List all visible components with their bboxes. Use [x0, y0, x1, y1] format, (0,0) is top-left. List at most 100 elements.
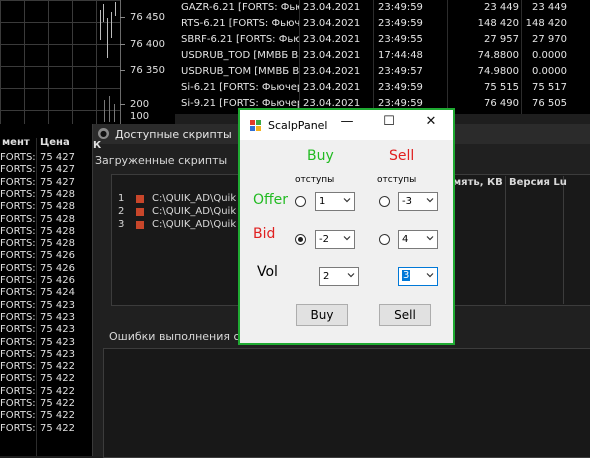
instrument-cell: FORTS:: [0, 176, 36, 188]
instrument-cell: FORTS:: [0, 188, 36, 200]
bid-cell: 74.9800: [477, 66, 519, 77]
table-row[interactable]: RTS-6.21 [FORTS: Фьюче 23.04.2021 23:49:59…: [175, 16, 590, 32]
column-divider: [505, 176, 506, 304]
offer-sell-radio[interactable]: [379, 196, 390, 207]
price-cell: 75 422: [40, 361, 75, 373]
volume-bar: [104, 100, 105, 122]
axis-tick: [120, 44, 125, 45]
axis-tick: [120, 70, 125, 71]
bid-sell-radio[interactable]: [379, 234, 390, 245]
table-row[interactable]: FORTS: 75 426: [0, 275, 92, 287]
date-cell: 23.04.2021: [303, 66, 361, 77]
axis-tick: [120, 17, 125, 18]
chevron-down-icon: [343, 236, 351, 241]
price-cell: 75 428: [40, 238, 75, 250]
table-row[interactable]: FORTS: 75 423: [0, 337, 92, 349]
bid-cell: 74.8800: [477, 50, 519, 61]
instrument-cell: FORTS:: [0, 250, 36, 262]
price-cell: 75 422: [40, 422, 75, 434]
bid-buy-select[interactable]: -2: [315, 230, 355, 249]
stop-status-icon: [136, 221, 144, 229]
column-memory[interactable]: мять, КВ: [453, 177, 503, 191]
table-row[interactable]: FORTS: 75 426: [0, 263, 92, 275]
stop-status-icon: [136, 208, 144, 216]
table-row[interactable]: FORTS: 75 422: [0, 410, 92, 422]
table-row[interactable]: FORTS: 75 424: [0, 287, 92, 299]
price-cell: 75 422: [40, 385, 75, 397]
offer-cell: 0.0000: [532, 50, 567, 61]
chart-plot-area: [0, 0, 120, 124]
minimize-button[interactable]: —: [332, 114, 362, 129]
axis-tick: [120, 104, 125, 105]
price-cell: 75 422: [40, 398, 75, 409]
table-row[interactable]: FORTS: 75 428: [0, 226, 92, 238]
date-cell: 23.04.2021: [303, 34, 361, 45]
sell-button[interactable]: Sell: [379, 304, 431, 326]
table-row[interactable]: Si-6.21 [FORTS: Фьючер 23.04.2021 23:49:59…: [175, 80, 590, 96]
sell-column-label: Sell: [389, 148, 415, 164]
table-row[interactable]: GAZR-6.21 [FORTS: Фьюче 23.04.2021 23:49:5…: [175, 0, 590, 16]
bid-cell: 148 420: [477, 18, 519, 29]
bid-buy-radio[interactable]: [295, 234, 306, 245]
table-row[interactable]: FORTS: 75 427: [0, 164, 92, 176]
volume-label: 100: [130, 111, 150, 122]
errors-box[interactable]: [103, 348, 590, 458]
vol-buy-select[interactable]: 2: [319, 267, 359, 286]
close-button[interactable]: ✕: [416, 114, 446, 129]
header-instrument: мент: [2, 137, 30, 148]
table-row[interactable]: FORTS: 75 423: [0, 349, 92, 361]
time-cell: 23:49:59: [378, 82, 423, 93]
table-row[interactable]: FORTS: 75 428: [0, 189, 92, 201]
table-row[interactable]: FORTS: 75 427: [0, 177, 92, 189]
table-row[interactable]: FORTS: 75 428: [0, 238, 92, 250]
maximize-button[interactable]: ☐: [374, 114, 404, 129]
price-cell: 75 427: [40, 176, 75, 188]
column-divider: [563, 176, 564, 304]
scalp-titlebar[interactable]: ScalpPanel — ☐ ✕: [240, 110, 453, 140]
table-row[interactable]: FORTS: 75 427: [0, 152, 92, 164]
vol-sell-value: 3: [402, 270, 411, 281]
table-row[interactable]: FORTS: 75 428: [0, 201, 92, 213]
offer-buy-select[interactable]: 1: [315, 192, 355, 211]
trades-header: мент Цена: [0, 136, 92, 150]
sell-offsets-label: отступы: [377, 175, 417, 185]
table-row[interactable]: FORTS: 75 422: [0, 423, 92, 435]
offer-sell-select[interactable]: -3: [398, 192, 438, 211]
price-label: 76 350: [130, 65, 165, 76]
price-cell: 75 427: [40, 152, 75, 163]
table-row[interactable]: FORTS: 75 422: [0, 361, 92, 373]
item-number: 3: [118, 219, 125, 230]
table-row[interactable]: USDRUB_TOM [ММВБ В 23.04.2021 23:49:57 74.9…: [175, 64, 590, 80]
table-row[interactable]: FORTS: 75 422: [0, 398, 92, 410]
table-row[interactable]: FORTS: 75 423: [0, 300, 92, 312]
column-lua-version[interactable]: Версия Lu: [509, 177, 567, 191]
table-row[interactable]: FORTS: 75 422: [0, 373, 92, 385]
candle-wick: [107, 18, 108, 58]
errors-group-label: Ошибки выполнения скр: [109, 330, 254, 343]
table-row[interactable]: FORTS: 75 422: [0, 386, 92, 398]
table-row[interactable]: SBRF-6.21 [FORTS: Фьюч 23.04.2021 23:49:55…: [175, 32, 590, 48]
table-row[interactable]: FORTS: 75 426: [0, 250, 92, 262]
table-row[interactable]: FORTS: 75 428: [0, 214, 92, 226]
instrument-cell: FORTS:: [0, 410, 36, 422]
scalp-title: ScalpPanel: [268, 119, 328, 132]
table-row[interactable]: USDRUB_TOD [ММВБ Ва 23.04.2021 17:44:48 74.…: [175, 48, 590, 64]
table-row[interactable]: FORTS: 75 423: [0, 312, 92, 324]
price-cell: 75 427: [40, 164, 75, 176]
table-row[interactable]: FORTS: 75 423: [0, 324, 92, 336]
instrument-cell: FORTS:: [0, 213, 36, 225]
instrument-cell: FORTS:: [0, 385, 36, 397]
vol-row-label: Vol: [257, 264, 278, 280]
offer-row-label: Offer: [253, 192, 289, 208]
price-cell: 75 426: [40, 275, 75, 286]
price-label: 76 400: [130, 39, 165, 50]
price-cell: 75 423: [40, 348, 75, 360]
price-cell: 75 423: [40, 311, 75, 323]
price-cell: 75 424: [40, 287, 75, 299]
vol-sell-select[interactable]: 3: [398, 267, 438, 286]
app-icon: [250, 120, 262, 132]
buy-button[interactable]: Buy: [296, 304, 348, 326]
bid-sell-select[interactable]: 4: [398, 230, 438, 249]
offer-buy-radio[interactable]: [295, 196, 306, 207]
chevron-down-icon: [426, 273, 434, 278]
